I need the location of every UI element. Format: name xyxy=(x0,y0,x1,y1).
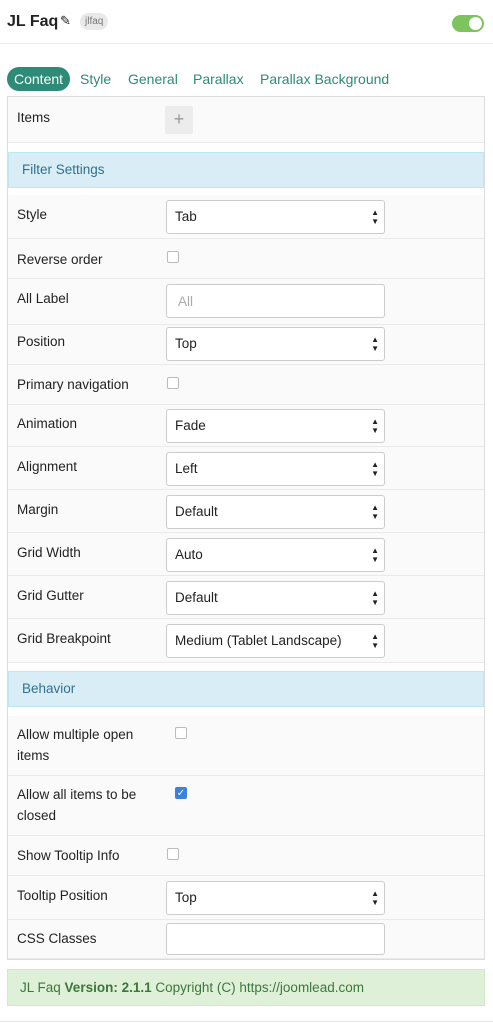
primary-navigation-label: Primary navigation xyxy=(17,377,129,392)
all-label-input[interactable]: All xyxy=(166,284,385,318)
animation-label: Animation xyxy=(17,416,78,431)
show-tooltip-label: Show Tooltip Info xyxy=(17,848,120,863)
grid-width-label: Grid Width xyxy=(17,545,81,560)
css-classes-row: CSS Classes xyxy=(8,920,484,959)
select-arrows-icon: ▲ ▼ xyxy=(371,889,379,907)
show-tooltip-checkbox[interactable] xyxy=(167,848,179,860)
reverse-order-checkbox[interactable] xyxy=(167,251,179,263)
add-item-button[interactable]: + xyxy=(165,106,193,134)
addon-tag-badge: jlfaq xyxy=(80,13,109,30)
select-arrows-icon: ▲ ▼ xyxy=(371,503,379,521)
grid-breakpoint-select[interactable]: Medium (Tablet Landscape) ▲ ▼ xyxy=(166,624,385,658)
grid-gutter-select[interactable]: Default ▲ ▼ xyxy=(166,581,385,615)
grid-gutter-row: Grid Gutter Default ▲ ▼ xyxy=(8,576,484,619)
style-label: Style xyxy=(17,207,48,222)
items-label: Items xyxy=(17,110,51,125)
allow-multiple-label-line2: items xyxy=(17,748,50,763)
tab-content[interactable]: Content xyxy=(7,67,71,91)
allow-all-closed-label-line2: closed xyxy=(17,808,57,823)
select-arrows-icon: ▲ ▼ xyxy=(371,589,379,607)
tooltip-position-select[interactable]: Top ▲ ▼ xyxy=(166,881,385,915)
bottom-divider xyxy=(0,1021,493,1022)
allow-multiple-label-line1: Allow multiple open xyxy=(17,727,134,742)
position-label: Position xyxy=(17,334,66,349)
settings-tabs: Content Style General Parallax Parallax … xyxy=(7,67,487,91)
margin-label: Margin xyxy=(17,502,59,517)
select-arrows-icon: ▲ ▼ xyxy=(371,208,379,226)
enable-toggle[interactable] xyxy=(452,15,484,32)
grid-gutter-value: Default xyxy=(175,590,218,605)
tab-style[interactable]: Style xyxy=(80,67,111,91)
animation-value: Fade xyxy=(175,418,206,433)
position-row: Position Top ▲ ▼ xyxy=(8,325,484,365)
allow-all-closed-checkbox[interactable]: ✓ xyxy=(175,787,187,799)
pencil-icon[interactable]: ✎ xyxy=(60,13,71,29)
filter-settings-title: Filter Settings xyxy=(22,162,105,177)
reverse-order-row: Reverse order xyxy=(8,239,484,279)
allow-multiple-label: Allow multiple open items xyxy=(17,724,133,766)
animation-row: Animation Fade ▲ ▼ xyxy=(8,405,484,447)
style-row: Style Tab ▲ ▼ xyxy=(8,195,484,239)
select-arrows-icon: ▲ ▼ xyxy=(371,546,379,564)
position-select[interactable]: Top ▲ ▼ xyxy=(166,327,385,361)
grid-gutter-label: Grid Gutter xyxy=(17,588,84,603)
margin-row: Margin Default ▲ ▼ xyxy=(8,490,484,533)
style-value: Tab xyxy=(175,209,197,224)
filter-settings-header[interactable]: Filter Settings xyxy=(8,152,484,188)
tab-general[interactable]: General xyxy=(128,67,178,91)
grid-breakpoint-label: Grid Breakpoint xyxy=(17,631,111,646)
margin-select[interactable]: Default ▲ ▼ xyxy=(166,495,385,529)
tab-parallax[interactable]: Parallax xyxy=(193,67,244,91)
addon-header: JL Faq ✎ jlfaq xyxy=(0,0,493,44)
allow-all-closed-row: Allow all items to be closed ✓ xyxy=(8,776,484,836)
alignment-select[interactable]: Left ▲ ▼ xyxy=(166,452,385,486)
allow-all-closed-label-line1: Allow all items to be xyxy=(17,787,137,802)
style-select[interactable]: Tab ▲ ▼ xyxy=(166,200,385,234)
select-arrows-icon: ▲ ▼ xyxy=(371,632,379,650)
css-classes-input[interactable] xyxy=(166,923,385,955)
grid-width-value: Auto xyxy=(175,547,203,562)
select-arrows-icon: ▲ ▼ xyxy=(371,417,379,435)
plus-icon: + xyxy=(173,109,185,129)
footer-version: Version: 2.1.1 xyxy=(64,980,152,995)
primary-navigation-row: Primary navigation xyxy=(8,365,484,405)
all-label-row: All Label All xyxy=(8,279,484,325)
css-classes-label: CSS Classes xyxy=(17,931,97,946)
select-arrows-icon: ▲ ▼ xyxy=(371,460,379,478)
grid-width-row: Grid Width Auto ▲ ▼ xyxy=(8,533,484,576)
grid-width-select[interactable]: Auto ▲ ▼ xyxy=(166,538,385,572)
allow-multiple-row: Allow multiple open items xyxy=(8,716,484,776)
behavior-title: Behavior xyxy=(22,681,76,696)
alignment-row: Alignment Left ▲ ▼ xyxy=(8,447,484,490)
items-row: Items + xyxy=(8,97,484,143)
primary-navigation-checkbox[interactable] xyxy=(167,377,179,389)
reverse-order-label: Reverse order xyxy=(17,252,103,267)
footer-copyright: Copyright (C) xyxy=(155,980,236,995)
version-footer: JL Faq Version: 2.1.1 Copyright (C) http… xyxy=(7,969,485,1006)
allow-all-closed-label: Allow all items to be closed xyxy=(17,784,136,826)
show-tooltip-row: Show Tooltip Info xyxy=(8,836,484,876)
all-label-placeholder: All xyxy=(178,294,194,309)
animation-select[interactable]: Fade ▲ ▼ xyxy=(166,409,385,443)
settings-panel: Items + Filter Settings Style Tab ▲ ▼ Rev… xyxy=(7,96,485,960)
toggle-knob xyxy=(469,17,482,30)
alignment-value: Left xyxy=(175,461,198,476)
tooltip-position-row: Tooltip Position Top ▲ ▼ xyxy=(8,876,484,920)
footer-name: JL Faq xyxy=(20,980,61,995)
margin-value: Default xyxy=(175,504,218,519)
addon-title: JL Faq xyxy=(7,13,59,30)
position-value: Top xyxy=(175,336,197,351)
allow-multiple-checkbox[interactable] xyxy=(175,727,187,739)
behavior-header[interactable]: Behavior xyxy=(8,671,484,707)
checkmark-icon: ✓ xyxy=(176,788,186,799)
tooltip-position-value: Top xyxy=(175,890,197,905)
tooltip-position-label: Tooltip Position xyxy=(17,888,108,903)
alignment-label: Alignment xyxy=(17,459,78,474)
footer-link[interactable]: https://joomlead.com xyxy=(239,980,364,995)
all-label-label: All Label xyxy=(17,291,69,306)
tab-parallax-background[interactable]: Parallax Background xyxy=(260,67,389,91)
select-arrows-icon: ▲ ▼ xyxy=(371,335,379,353)
grid-breakpoint-value: Medium (Tablet Landscape) xyxy=(175,633,342,648)
grid-breakpoint-row: Grid Breakpoint Medium (Tablet Landscape… xyxy=(8,619,484,663)
